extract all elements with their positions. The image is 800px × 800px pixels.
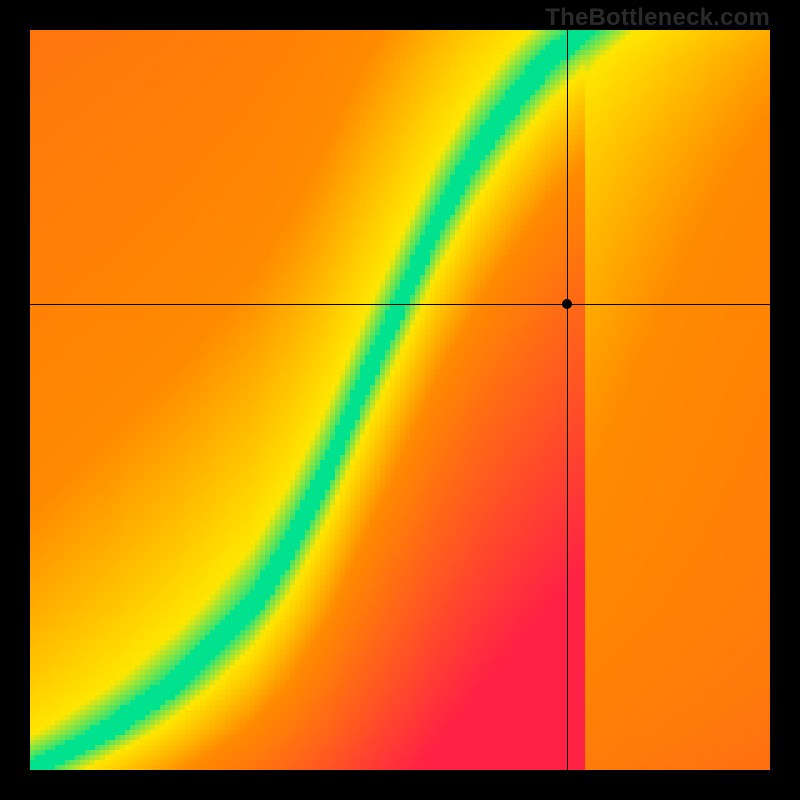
chart-frame: TheBottleneck.com: [0, 0, 800, 800]
heatmap-canvas: [30, 30, 770, 770]
attribution-label: TheBottleneck.com: [545, 4, 770, 32]
heatmap-plot: [30, 30, 770, 770]
